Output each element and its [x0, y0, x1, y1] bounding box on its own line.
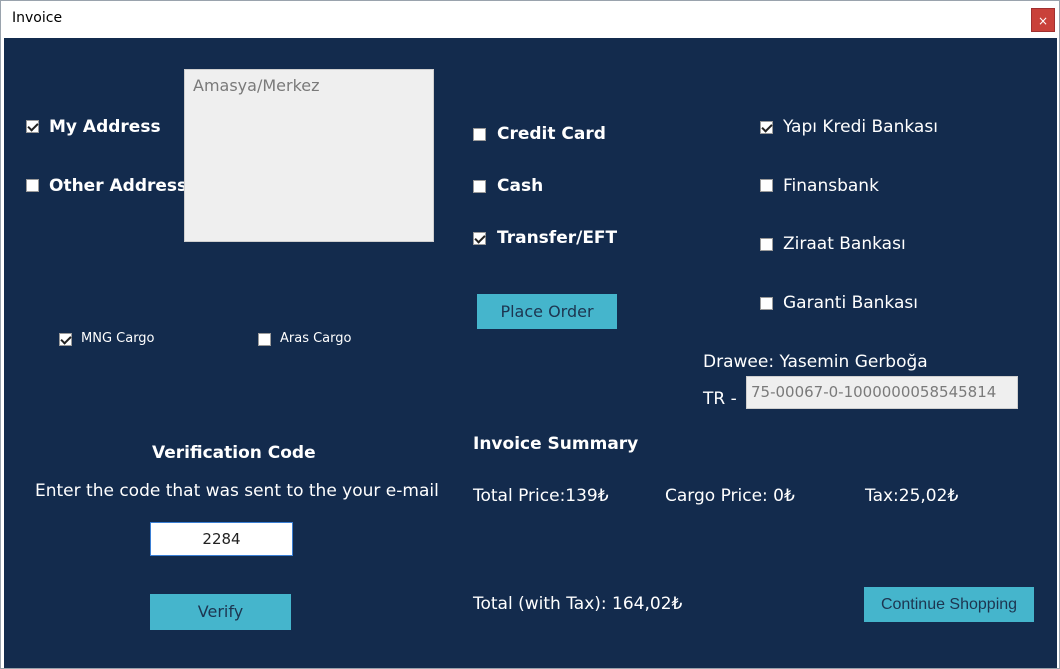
- cash-label: Cash: [497, 176, 544, 196]
- iban-input[interactable]: 75-00067-0-1000000058545814: [746, 376, 1018, 409]
- iban-prefix: TR -: [703, 389, 737, 409]
- invoice-window: Invoice × My Address Other Address Amasy…: [0, 0, 1060, 669]
- verification-instruction: Enter the code that was sent to the your…: [35, 481, 439, 501]
- total-with-tax-text: Total (with Tax): 164,02₺: [473, 594, 683, 614]
- credit-card-label: Credit Card: [497, 124, 606, 144]
- my-address-label: My Address: [49, 117, 161, 137]
- transfer-eft-label: Transfer/EFT: [497, 228, 618, 248]
- ziraat-checkbox[interactable]: [760, 238, 773, 251]
- verify-button[interactable]: Verify: [150, 594, 291, 630]
- tax-text: Tax:25,02₺: [865, 486, 959, 506]
- verification-title: Verification Code: [152, 443, 316, 463]
- finansbank-label: Finansbank: [783, 176, 879, 196]
- cash-checkbox[interactable]: [473, 180, 486, 193]
- cargo-price-text: Cargo Price: 0₺: [665, 486, 795, 506]
- window-title: Invoice: [12, 10, 63, 26]
- finansbank-checkbox[interactable]: [760, 179, 773, 192]
- close-button[interactable]: ×: [1031, 8, 1055, 32]
- place-order-button[interactable]: Place Order: [477, 294, 617, 329]
- yapi-kredi-label: Yapı Kredi Bankası: [783, 117, 938, 137]
- garanti-checkbox[interactable]: [760, 297, 773, 310]
- transfer-eft-checkbox[interactable]: [473, 232, 486, 245]
- aras-cargo-checkbox[interactable]: [258, 333, 271, 346]
- address-textarea[interactable]: Amasya/Merkez: [184, 69, 434, 242]
- invoice-summary-title: Invoice Summary: [473, 434, 639, 454]
- mng-cargo-label: MNG Cargo: [81, 331, 155, 346]
- garanti-label: Garanti Bankası: [783, 293, 918, 313]
- other-address-checkbox[interactable]: [26, 179, 39, 192]
- aras-cargo-label: Aras Cargo: [280, 331, 352, 346]
- credit-card-checkbox[interactable]: [473, 128, 486, 141]
- continue-shopping-button[interactable]: Continue Shopping: [864, 587, 1034, 622]
- mng-cargo-checkbox[interactable]: [59, 333, 72, 346]
- title-bar: Invoice ×: [1, 1, 1059, 38]
- my-address-checkbox[interactable]: [26, 120, 39, 133]
- ziraat-label: Ziraat Bankası: [783, 234, 906, 254]
- yapi-kredi-checkbox[interactable]: [760, 121, 773, 134]
- total-price-text: Total Price:139₺: [473, 486, 609, 506]
- verification-code-input[interactable]: 2284: [150, 522, 293, 556]
- drawee-label: Drawee: Yasemin Gerboğa: [703, 352, 928, 372]
- other-address-label: Other Address: [49, 176, 188, 196]
- invoice-form: My Address Other Address Amasya/Merkez M…: [4, 38, 1057, 668]
